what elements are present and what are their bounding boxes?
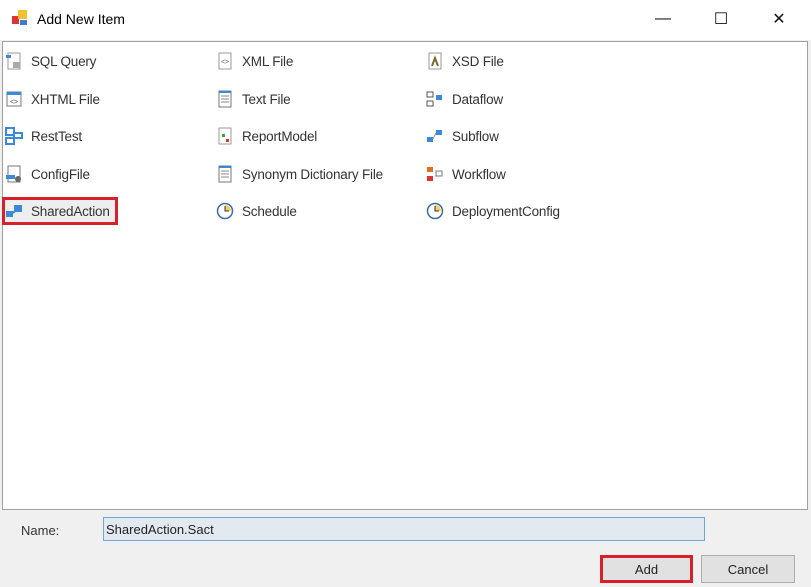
sql-query-icon (6, 52, 21, 70)
xml-file-icon: <> (218, 52, 232, 70)
list-item-dataflow[interactable]: Dataflow (426, 88, 503, 110)
window-title: Add New Item (37, 11, 125, 27)
text-file-icon (218, 90, 232, 108)
list-item-synonym-dictionary-file[interactable]: Synonym Dictionary File (216, 163, 383, 185)
list-item-text-file[interactable]: Text File (216, 88, 291, 110)
title-bar: Add New Item — ☐ ✕ (0, 0, 811, 40)
list-item-label: Subflow (452, 128, 499, 144)
report-model-icon (218, 127, 232, 145)
list-item-schedule[interactable]: Schedule (216, 200, 297, 222)
list-item-label: RestTest (31, 128, 82, 144)
list-item-xsd-file[interactable]: XSD File (426, 50, 504, 72)
list-item-label: DeploymentConfig (452, 203, 560, 219)
resttest-icon (5, 127, 23, 145)
item-template-list: SQL Query <> XML File XSD File <> XHTML File T… (2, 41, 808, 510)
maximize-icon: ☐ (713, 11, 729, 28)
list-item-resttest[interactable]: RestTest (5, 125, 82, 147)
list-item-deploymentconfig[interactable]: DeploymentConfig (426, 200, 560, 222)
xsd-file-icon (428, 52, 442, 70)
list-item-label: XSD File (452, 53, 504, 69)
list-item-configfile[interactable]: ConfigFile (5, 163, 90, 185)
shared-action-icon (6, 205, 22, 217)
list-item-sql-query[interactable]: SQL Query (5, 50, 96, 72)
dataflow-icon (426, 91, 442, 107)
svg-text:<>: <> (10, 99, 18, 106)
name-label: Name: (21, 523, 60, 538)
workflow-icon (427, 167, 443, 181)
list-item-label: XHTML File (31, 91, 100, 107)
list-item-workflow[interactable]: Workflow (426, 163, 506, 185)
list-item-sharedaction[interactable]: SharedAction (2, 197, 118, 225)
list-item-xml-file[interactable]: <> XML File (216, 50, 293, 72)
cancel-button[interactable]: Cancel (701, 555, 795, 583)
list-item-label: Synonym Dictionary File (242, 166, 383, 182)
list-item-label: ConfigFile (31, 166, 90, 182)
list-item-label: ReportModel (242, 128, 318, 144)
clock-icon (426, 202, 444, 220)
close-icon: ✕ (772, 11, 786, 28)
maximize-button[interactable]: ☐ (698, 0, 744, 38)
list-item-label: SQL Query (31, 53, 97, 69)
list-item-label: Dataflow (452, 91, 503, 107)
list-item-label: Workflow (452, 166, 506, 182)
list-item-label: Text File (242, 91, 291, 107)
minimize-icon: — (655, 10, 671, 27)
list-item-subflow[interactable]: Subflow (426, 125, 499, 147)
add-button[interactable]: Add (600, 555, 693, 583)
clock-icon (216, 202, 234, 220)
minimize-button[interactable]: — (640, 0, 686, 38)
close-button[interactable]: ✕ (756, 0, 802, 38)
list-item-xhtml-file[interactable]: <> XHTML File (5, 88, 100, 110)
list-item-label: XML File (242, 53, 294, 69)
name-input[interactable] (103, 517, 705, 541)
text-file-icon (218, 165, 232, 183)
xhtml-file-icon: <> (6, 91, 22, 107)
list-item-label: SharedAction (31, 203, 110, 219)
config-file-icon (6, 165, 21, 183)
subflow-icon (427, 130, 442, 142)
app-icon (12, 10, 27, 25)
svg-text:<>: <> (221, 59, 229, 66)
list-item-label: Schedule (242, 203, 297, 219)
list-item-reportmodel[interactable]: ReportModel (216, 125, 317, 147)
